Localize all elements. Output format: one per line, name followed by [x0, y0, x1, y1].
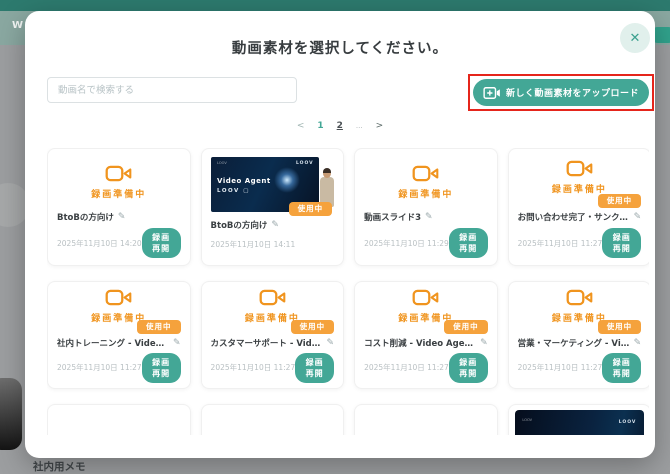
video-camera-icon: [105, 289, 132, 306]
video-title: 社内トレーニング - Video Agent…: [57, 339, 169, 349]
video-thumbnail: LOOV LOOV: [514, 410, 645, 435]
video-card[interactable]: LOOV LOOV Video Agent LOOV ▢ 使用中 BtoBの方向…: [200, 148, 345, 266]
video-card[interactable]: [47, 404, 191, 435]
resume-recording-button[interactable]: 録画再開: [448, 352, 488, 383]
video-card[interactable]: 録画準備中 BtoBの方向け ✎ 2025年11月10日 14:20 録画再開: [47, 148, 191, 266]
resume-recording-button[interactable]: 録画再開: [141, 352, 181, 383]
video-select-modal: 動画素材を選択してください。 ✕ 新しく動画素材をアップロード < 1 2 ..…: [25, 11, 655, 458]
slide-logo: LOOV ▢: [217, 187, 250, 194]
slide-top-text: LOOV: [522, 418, 533, 422]
video-card[interactable]: 録画準備中 使用中 お問い合わせ完了・サンクスメッ… ✎ 2025年11月10日…: [507, 148, 649, 266]
resume-recording-button[interactable]: 録画再開: [602, 352, 642, 383]
video-camera-icon: [105, 165, 132, 181]
resume-recording-button[interactable]: 録画再開: [602, 228, 642, 258]
upload-video-button[interactable]: 新しく動画素材をアップロード: [473, 79, 649, 106]
video-card[interactable]: [354, 404, 498, 435]
in-use-badge: 使用中: [597, 320, 642, 334]
page-1-button[interactable]: 1: [317, 121, 323, 131]
edit-icon[interactable]: ✎: [271, 220, 279, 230]
in-use-badge: 使用中: [290, 320, 335, 334]
status-label: 録画準備中: [551, 184, 607, 195]
video-title: お問い合わせ完了・サンクスメッ…: [517, 213, 630, 223]
video-card[interactable]: 録画準備中 使用中 社内トレーニング - Video Agent… ✎ 2025…: [47, 281, 191, 389]
in-use-badge: 使用中: [444, 320, 488, 334]
close-icon: ✕: [629, 30, 641, 45]
page-ellipsis: ...: [355, 122, 363, 130]
video-title: 営業・マーケティング - Video A…: [517, 339, 630, 349]
resume-recording-button[interactable]: 録画再開: [141, 228, 181, 258]
background-video-shape: [0, 378, 22, 450]
in-use-badge: 使用中: [137, 320, 181, 334]
video-title: カスタマーサポート - Video Age…: [210, 339, 323, 349]
upload-highlight-annotation: 新しく動画素材をアップロード: [468, 74, 654, 111]
page-2-button[interactable]: 2: [337, 121, 343, 131]
video-date: 2025年11月10日 11:27: [517, 238, 603, 248]
video-date: 2025年11月10日 11:27: [364, 363, 449, 372]
resume-recording-button[interactable]: 録画再開: [448, 228, 488, 258]
edit-icon[interactable]: ✎: [173, 338, 181, 348]
prev-page-button[interactable]: <: [297, 121, 305, 131]
slide-heading: Video Agent: [217, 176, 271, 185]
video-card[interactable]: 録画準備中 使用中 営業・マーケティング - Video A… ✎ 2025年1…: [507, 281, 649, 389]
video-title: 動画スライド3: [364, 213, 422, 223]
video-card[interactable]: 録画準備中 使用中 カスタマーサポート - Video Age… ✎ 2025年…: [200, 281, 345, 389]
edit-icon[interactable]: ✎: [634, 338, 642, 348]
video-date: 2025年11月10日 11:27: [517, 363, 603, 372]
video-title: BtoBの方向け: [57, 213, 114, 223]
video-camera-icon: [566, 289, 593, 306]
video-title: コスト削減 - Video Agentによる…: [364, 339, 476, 349]
video-card[interactable]: 録画準備中 動画スライド3 ✎ 2025年11月10日 11:29 録画再開: [354, 148, 498, 266]
background-topbar: [0, 0, 670, 11]
video-thumbnail: LOOV LOOV Video Agent LOOV ▢ 使用中: [207, 154, 338, 216]
video-date: 2025年11月10日 11:27: [57, 363, 142, 372]
next-page-button[interactable]: >: [376, 121, 384, 131]
memo-label: 社内用メモ: [33, 461, 86, 473]
video-title: BtoBの方向け: [210, 221, 268, 231]
edit-icon[interactable]: ✎: [327, 338, 335, 348]
edit-icon[interactable]: ✎: [118, 212, 126, 222]
glow-effect: [273, 166, 300, 193]
video-date: 2025年11月10日 11:29: [364, 238, 449, 248]
edit-icon[interactable]: ✎: [480, 338, 488, 348]
pagination: < 1 2 ... >: [25, 121, 655, 131]
close-button[interactable]: ✕: [620, 23, 650, 53]
resume-recording-button[interactable]: 録画再開: [295, 352, 335, 383]
video-date: 2025年11月10日 14:20: [57, 238, 142, 248]
in-use-badge: 使用中: [288, 202, 333, 216]
slide-brand-logo: LOOV: [295, 160, 314, 166]
upload-button-label: 新しく動画素材をアップロード: [505, 89, 639, 99]
video-camera-icon: [259, 289, 286, 306]
video-date: 2025年11月10日 11:27: [210, 363, 296, 372]
search-input[interactable]: [47, 77, 297, 103]
status-label: 録画準備中: [91, 189, 147, 200]
video-card[interactable]: LOOV LOOV: [507, 404, 649, 435]
in-use-badge: 使用中: [597, 194, 642, 208]
video-date: 2025年11月10日 14:11: [210, 239, 296, 249]
video-camera-icon: [566, 160, 593, 176]
slide-top-text: LOOV: [217, 161, 227, 166]
video-upload-icon: [483, 86, 501, 100]
video-card[interactable]: 録画準備中 使用中 コスト削減 - Video Agentによる… ✎ 2025…: [354, 281, 498, 389]
modal-title: 動画素材を選択してください。: [231, 41, 449, 57]
video-card-grid: 録画準備中 BtoBの方向け ✎ 2025年11月10日 14:20 録画再開 …: [47, 148, 649, 435]
video-camera-icon: [412, 289, 439, 306]
video-camera-icon: [412, 165, 439, 181]
workspace-label: W: [12, 20, 24, 31]
status-label: 録画準備中: [398, 189, 454, 200]
edit-icon[interactable]: ✎: [634, 212, 642, 222]
video-card[interactable]: [200, 404, 345, 435]
edit-icon[interactable]: ✎: [425, 212, 433, 222]
slide-brand-logo: LOOV: [618, 420, 637, 425]
